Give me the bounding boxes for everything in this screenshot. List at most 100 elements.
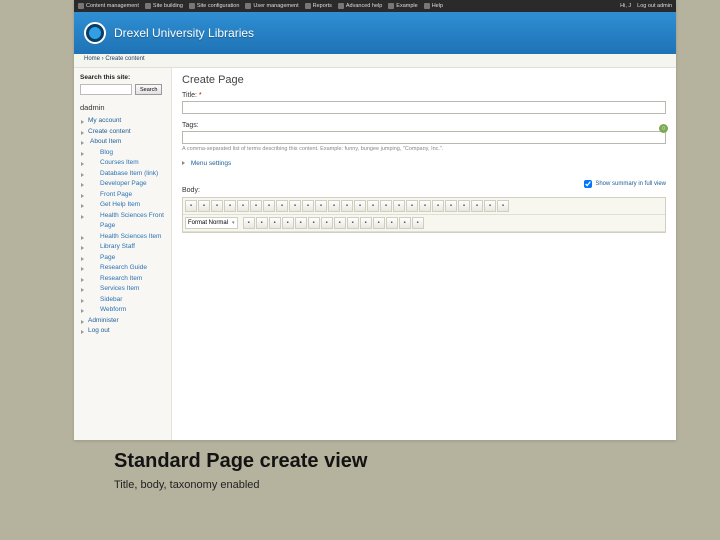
sidebar-link[interactable]: Database Item (link) [100, 170, 158, 177]
sidebar-link[interactable]: Research Guide [100, 264, 147, 271]
sidebar-item[interactable]: Front Page [80, 190, 165, 201]
admin-menu-item[interactable]: Example [388, 3, 417, 9]
show-summary-input[interactable] [584, 180, 592, 188]
tags-field-label: Tags: [182, 122, 666, 129]
link-icon[interactable]: ▪ [458, 200, 470, 212]
sidebar-item[interactable]: Create content [80, 127, 165, 138]
show-summary-checkbox[interactable]: Show summary in full view [584, 180, 666, 188]
textcolor-icon[interactable]: ▪ [386, 217, 398, 229]
sidebar-item[interactable]: About Item [80, 137, 165, 148]
anchor-icon[interactable]: ▪ [484, 200, 496, 212]
search-label: Search this site: [80, 74, 165, 81]
replace-icon[interactable]: ▪ [328, 200, 340, 212]
sidebar-item[interactable]: Health Sciences Front Page [80, 211, 165, 232]
undo-icon[interactable]: ▪ [289, 200, 301, 212]
smiley-icon[interactable]: ▪ [419, 200, 431, 212]
admin-menu-item[interactable]: Advanced help [338, 3, 382, 9]
align-left-icon[interactable]: ▪ [334, 217, 346, 229]
select-all-icon[interactable]: ▪ [341, 200, 353, 212]
admin-menu-item[interactable]: Content management [78, 3, 139, 9]
teaser-icon[interactable]: ▪ [412, 217, 424, 229]
admin-menu-item[interactable]: User management [245, 3, 298, 9]
admin-menu-item[interactable]: Site configuration [189, 3, 240, 9]
sidebar-item[interactable]: Blog [80, 148, 165, 159]
add-icon[interactable]: ○ [659, 124, 668, 133]
align-right-icon[interactable]: ▪ [360, 217, 372, 229]
sidebar-item[interactable]: Library Staff [80, 242, 165, 253]
sidebar-item[interactable]: Sidebar [80, 295, 165, 306]
sidebar-item[interactable]: Developer Page [80, 179, 165, 190]
sidebar-link[interactable]: Research Item [100, 275, 142, 282]
remove-format-icon[interactable]: ▪ [354, 200, 366, 212]
sidebar-link[interactable]: Services Item [100, 285, 139, 292]
special-char-icon[interactable]: ▪ [432, 200, 444, 212]
print-icon[interactable]: ▪ [263, 200, 275, 212]
sidebar-link[interactable]: Log out [88, 327, 110, 334]
tags-input[interactable] [182, 131, 666, 144]
admin-menu-item[interactable]: Help [424, 3, 443, 9]
copy-icon[interactable]: ▪ [211, 200, 223, 212]
search-input[interactable] [80, 84, 132, 95]
search-button[interactable]: Search [135, 84, 162, 95]
menu-settings-toggle[interactable]: Menu settings [182, 160, 666, 167]
sidebar-link[interactable]: Library Staff [100, 243, 135, 250]
sidebar-link[interactable]: Health Sciences Front Page [100, 212, 164, 230]
image-icon[interactable]: ▪ [367, 200, 379, 212]
sidebar-item[interactable]: Services Item [80, 284, 165, 295]
admin-menu-item[interactable]: Site building [145, 3, 183, 9]
sidebar-link[interactable]: Health Sciences Item [100, 233, 161, 240]
sidebar-link[interactable]: Webform [100, 306, 126, 313]
sidebar-item[interactable]: Get Help Item [80, 200, 165, 211]
sidebar-link[interactable]: Blog [100, 149, 113, 156]
outdent-icon[interactable]: ▪ [308, 217, 320, 229]
italic-icon[interactable]: ▪ [256, 217, 268, 229]
bold-icon[interactable]: ▪ [243, 217, 255, 229]
sidebar-item[interactable]: Log out [80, 326, 165, 337]
sidebar-link[interactable]: Courses Item [100, 159, 139, 166]
page-break-icon[interactable]: ▪ [445, 200, 457, 212]
sidebar-item[interactable]: Research Item [80, 274, 165, 285]
title-input[interactable] [182, 101, 666, 114]
sidebar-link[interactable]: About Item [90, 138, 121, 145]
sidebar-item[interactable]: Courses Item [80, 158, 165, 169]
admin-menu-item[interactable]: Hi, J [620, 3, 631, 9]
paste-icon[interactable]: ▪ [224, 200, 236, 212]
hr-icon[interactable]: ▪ [406, 200, 418, 212]
source-icon[interactable]: ▪ [185, 200, 197, 212]
sidebar-item[interactable]: Administer [80, 316, 165, 327]
ul-icon[interactable]: ▪ [295, 217, 307, 229]
sidebar-link[interactable]: My account [88, 117, 121, 124]
indent-icon[interactable]: ▪ [321, 217, 333, 229]
paste-word-icon[interactable]: ▪ [250, 200, 262, 212]
paste-text-icon[interactable]: ▪ [237, 200, 249, 212]
sidebar-link[interactable]: Front Page [100, 191, 132, 198]
redo-icon[interactable]: ▪ [302, 200, 314, 212]
sidebar-link[interactable]: Sidebar [100, 296, 122, 303]
sidebar-link[interactable]: Create content [88, 128, 131, 135]
sidebar-item[interactable]: Webform [80, 305, 165, 316]
sidebar-item[interactable]: Health Sciences Item [80, 232, 165, 243]
align-justify-icon[interactable]: ▪ [373, 217, 385, 229]
sidebar-item[interactable]: Page [80, 253, 165, 264]
sidebar-link[interactable]: Page [100, 254, 115, 261]
spellcheck-icon[interactable]: ▪ [276, 200, 288, 212]
flash-icon[interactable]: ▪ [380, 200, 392, 212]
bgcolor-icon[interactable]: ▪ [399, 217, 411, 229]
admin-menu-item[interactable]: Log out admin [637, 3, 672, 9]
align-center-icon[interactable]: ▪ [347, 217, 359, 229]
cut-icon[interactable]: ▪ [198, 200, 210, 212]
sidebar-link[interactable]: Get Help Item [100, 201, 140, 208]
sidebar-link[interactable]: Developer Page [100, 180, 147, 187]
format-select[interactable]: Format Normal [185, 217, 238, 229]
find-icon[interactable]: ▪ [315, 200, 327, 212]
sidebar-item[interactable]: Database Item (link) [80, 169, 165, 180]
underline-icon[interactable]: ▪ [269, 217, 281, 229]
admin-menu-item[interactable]: Reports [305, 3, 332, 9]
unlink-icon[interactable]: ▪ [471, 200, 483, 212]
sidebar-link[interactable]: Administer [88, 317, 119, 324]
table-icon[interactable]: ▪ [393, 200, 405, 212]
sidebar-item[interactable]: Research Guide [80, 263, 165, 274]
ol-icon[interactable]: ▪ [282, 217, 294, 229]
maximize-icon[interactable]: ▪ [497, 200, 509, 212]
sidebar-item[interactable]: My account [80, 116, 165, 127]
